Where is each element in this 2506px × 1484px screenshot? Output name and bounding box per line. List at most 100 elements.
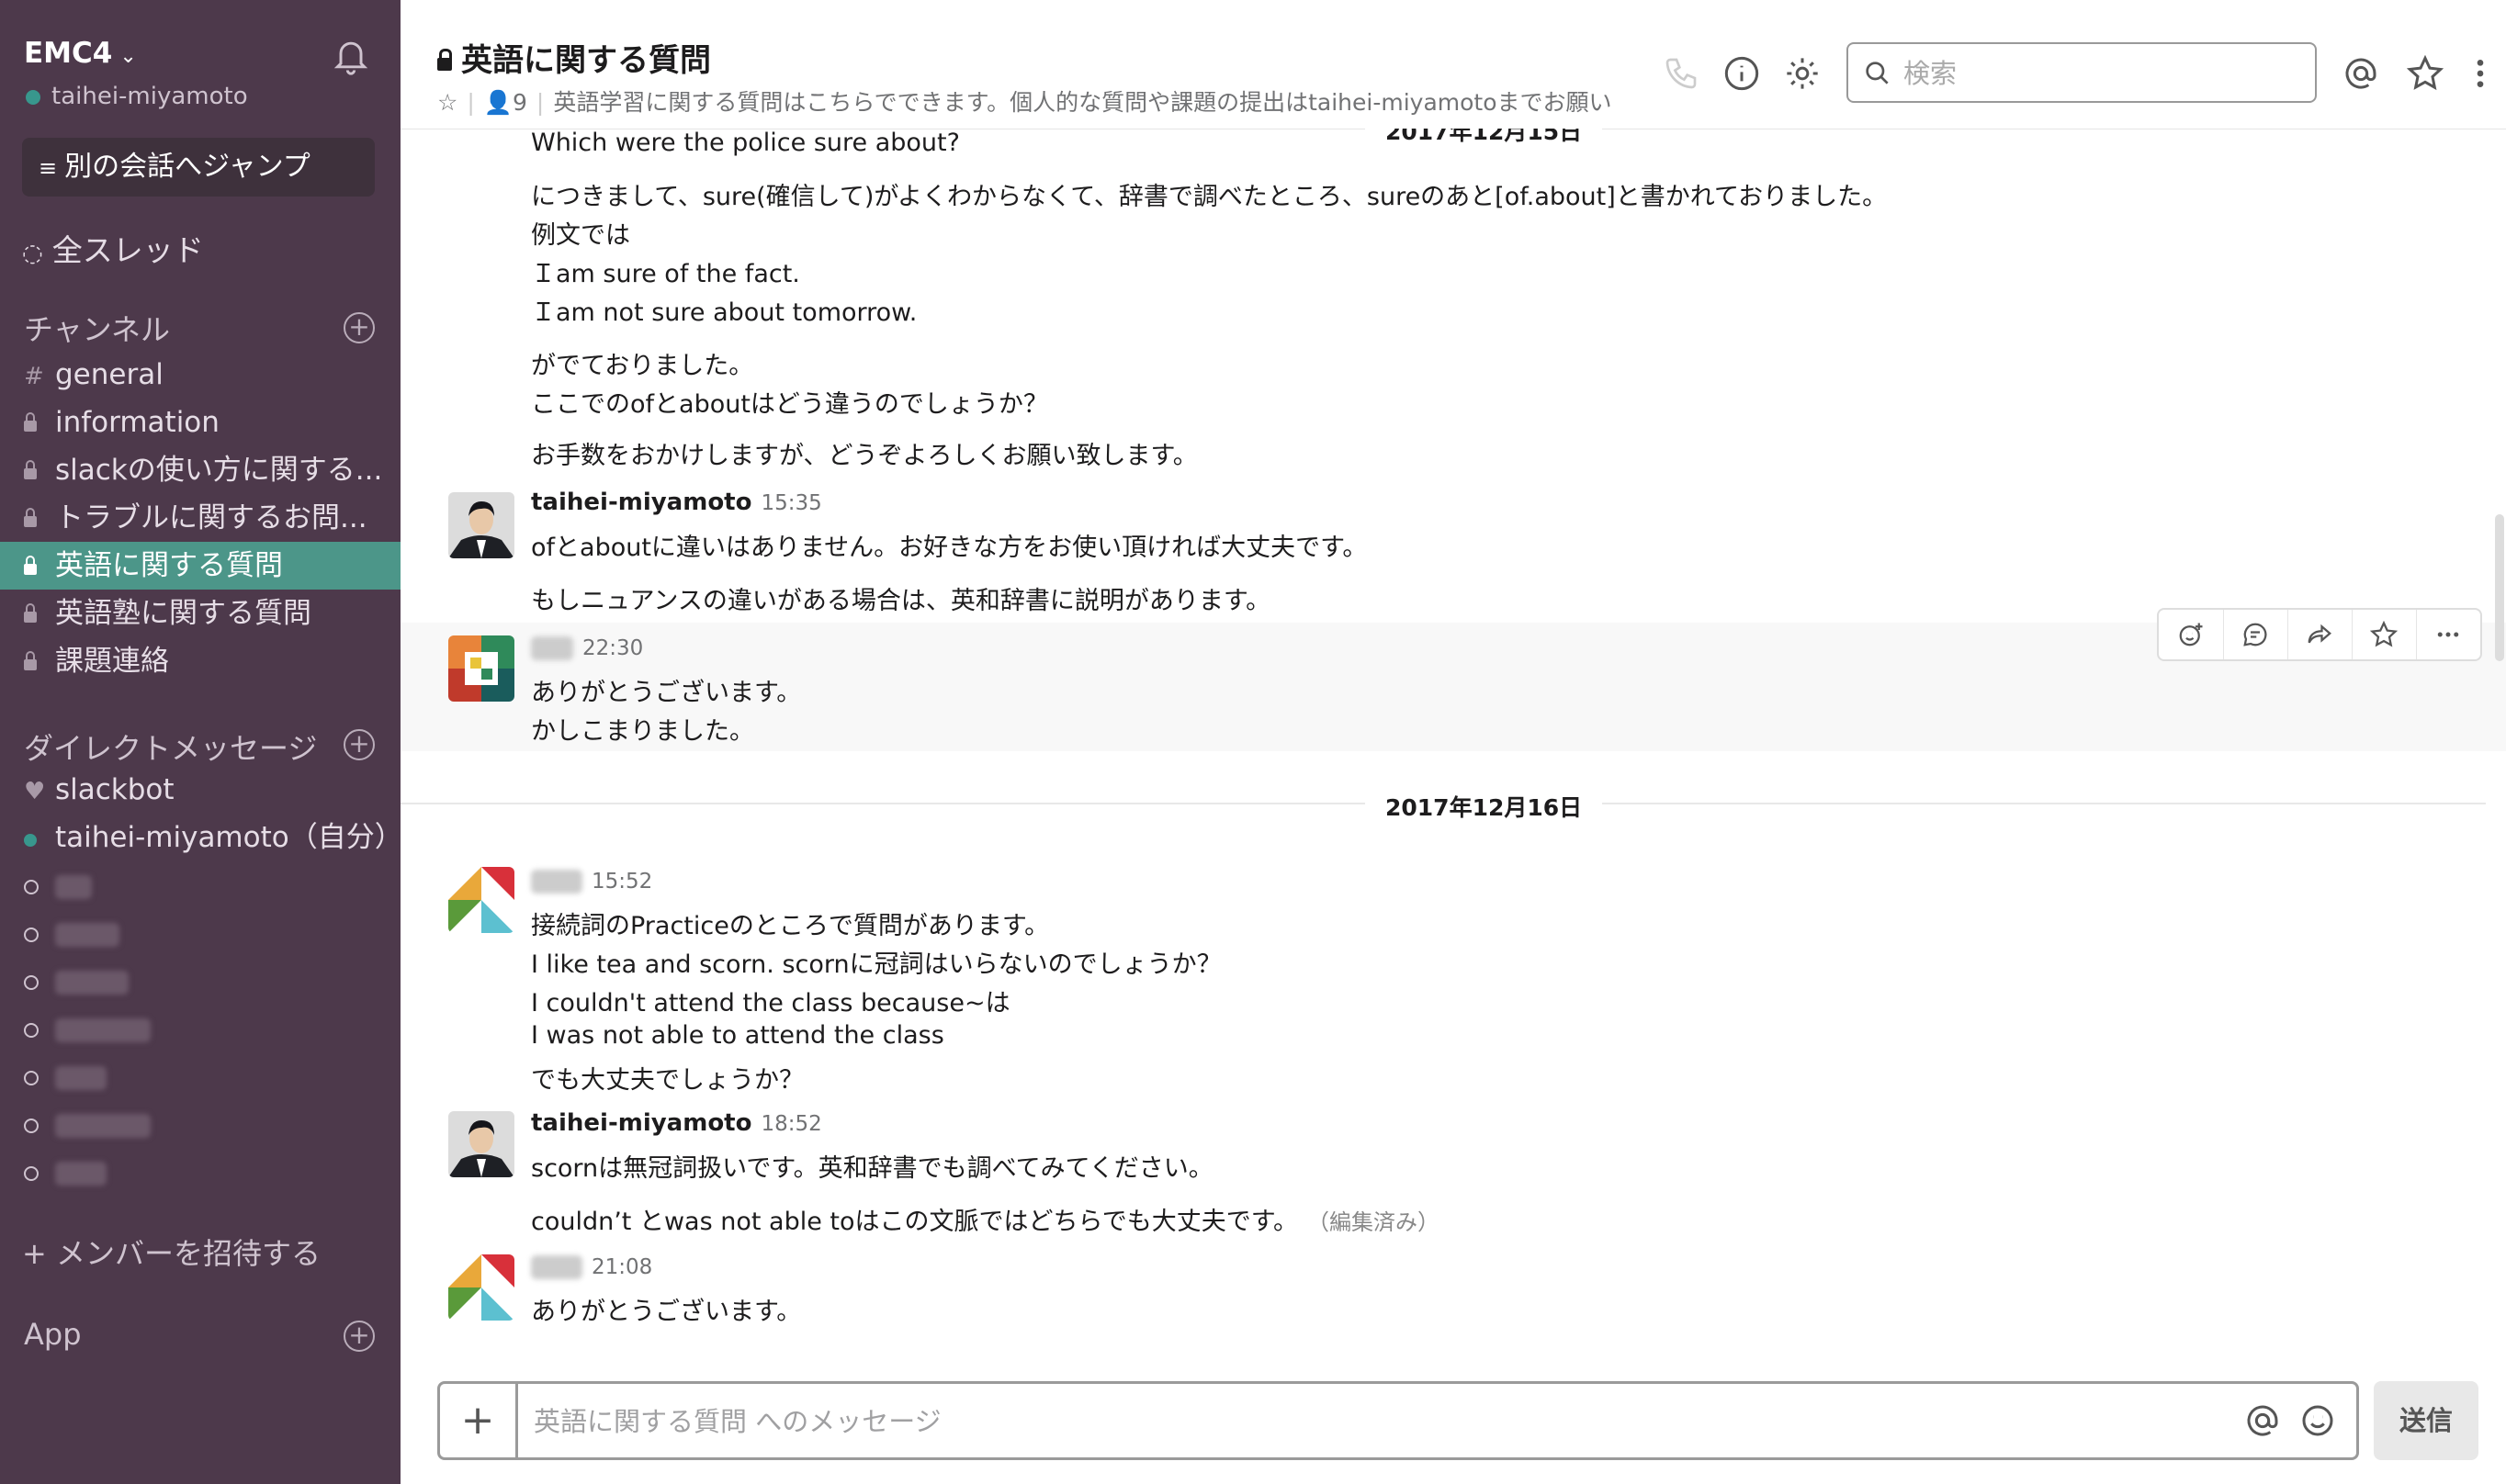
invite-members-link[interactable]: + メンバーを招待する xyxy=(22,1231,321,1273)
dm-heading[interactable]: ダイレクトメッセージ xyxy=(24,725,317,768)
dm-label: taihei-miyamoto（自分） xyxy=(55,821,401,854)
sidebar-channel-trouble[interactable]: トラブルに関するお問... xyxy=(0,494,401,542)
blurred-name xyxy=(55,922,119,947)
message-author[interactable]: 22:30 xyxy=(531,634,643,661)
message-time[interactable]: 15:35 xyxy=(761,491,821,515)
search-input[interactable] xyxy=(1902,53,2300,94)
sidebar-dm-slackbot[interactable]: ♥ slackbot xyxy=(0,766,401,814)
channels-heading[interactable]: チャンネル xyxy=(24,307,170,349)
message-author[interactable]: 21:08 xyxy=(531,1253,652,1280)
channel-label: 課題連絡 xyxy=(55,645,169,678)
sidebar-channel-english-school[interactable]: 英語塾に関する質問 xyxy=(0,590,401,637)
message-text: I couldn't attend the class because~は xyxy=(531,989,1010,1017)
message-author[interactable]: 15:52 xyxy=(531,867,652,894)
more-vertical-icon[interactable] xyxy=(2462,55,2499,92)
sidebar-dm-user[interactable] xyxy=(0,1005,401,1052)
sidebar-channel-slack-usage[interactable]: slackの使い方に関する... xyxy=(0,446,401,494)
message-text: ofとaboutに違いはありません。お好きな方をお使い頂ければ大丈夫です。 xyxy=(531,534,1368,562)
add-dm-icon[interactable]: + xyxy=(344,729,375,760)
avatar[interactable] xyxy=(448,635,514,702)
hash-icon: # xyxy=(24,363,44,390)
channel-label: information xyxy=(55,406,220,439)
message-time[interactable]: 21:08 xyxy=(592,1255,652,1279)
add-reaction-button[interactable] xyxy=(2159,610,2224,659)
members-icon[interactable]: 👤 xyxy=(484,89,513,116)
message-text: Ｉam sure of the fact. xyxy=(531,260,800,288)
sidebar: EMC4 ⌄ taihei-miyamoto ≡ 別の会話へジャンプ ◌ 全スレッド … xyxy=(0,0,401,1484)
blurred-name xyxy=(55,874,92,899)
gear-icon[interactable] xyxy=(1784,55,1821,92)
message-text: couldn’t とwas not able toはこの文脈ではどちらでも大丈夫… xyxy=(531,1201,1439,1237)
start-thread-button[interactable] xyxy=(2223,610,2288,659)
jump-to-button[interactable]: ≡ 別の会話へジャンプ xyxy=(22,138,375,197)
author-name[interactable]: taihei-miyamoto xyxy=(531,489,751,516)
share-button[interactable] xyxy=(2287,610,2353,659)
sidebar-dm-user[interactable] xyxy=(0,1052,401,1100)
star-icon[interactable]: ☆ xyxy=(437,89,457,116)
message-time[interactable]: 18:52 xyxy=(761,1112,821,1136)
message-author[interactable]: taihei-miyamoto 18:52 xyxy=(531,1109,822,1137)
message-text: 接続詞のPracticeのところで質問があります。 xyxy=(531,912,1050,940)
message-text: ありがとうございます。 xyxy=(531,1298,802,1326)
message-text: scornは無冠詞扱いです。英和辞書でも調べてみてください。 xyxy=(531,1154,1213,1183)
sidebar-channel-assignments[interactable]: 課題連絡 xyxy=(0,637,401,685)
sidebar-dm-user[interactable] xyxy=(0,1148,401,1196)
workspace-switcher[interactable]: EMC4 ⌄ xyxy=(24,37,137,70)
message-text: につきまして、sure(確信して)がよくわからなくて、辞書で調べたところ、sur… xyxy=(531,183,1888,211)
channel-label: general xyxy=(55,358,164,391)
emoji-icon[interactable] xyxy=(2299,1402,2336,1439)
message-input[interactable] xyxy=(532,1400,2116,1443)
current-user[interactable]: taihei-miyamoto xyxy=(26,83,248,110)
message-text: かしこまりました。 xyxy=(531,717,754,746)
mention-icon[interactable] xyxy=(2244,1402,2281,1439)
search-box[interactable] xyxy=(1846,42,2317,103)
apps-heading[interactable]: App xyxy=(24,1317,82,1352)
message-pane[interactable]: 2017年12月15日 Which were the police sure a… xyxy=(401,129,2506,1368)
send-button[interactable]: 送信 xyxy=(2374,1381,2478,1460)
avatar[interactable] xyxy=(448,1111,514,1177)
presence-away-icon xyxy=(24,928,39,942)
message-text-body: couldn’t とwas not able toはこの文脈ではどちらでも大丈夫… xyxy=(531,1208,1299,1236)
add-channel-icon[interactable]: + xyxy=(344,312,375,343)
lock-icon xyxy=(24,603,37,623)
emoji-add-icon xyxy=(2179,623,2203,646)
member-count[interactable]: 9 xyxy=(513,89,527,116)
attach-plus-button[interactable]: + xyxy=(440,1384,518,1457)
message-time[interactable]: 22:30 xyxy=(582,636,643,660)
info-icon[interactable] xyxy=(1723,55,1760,92)
message-text: Ｉam not sure about tomorrow. xyxy=(531,298,918,327)
lock-icon xyxy=(24,412,37,432)
add-app-icon[interactable]: + xyxy=(344,1321,375,1352)
star-message-button[interactable] xyxy=(2352,610,2417,659)
more-horizontal-icon xyxy=(2437,632,2459,637)
sidebar-dm-user[interactable] xyxy=(0,861,401,909)
sidebar-channel-information[interactable]: information xyxy=(0,399,401,446)
all-threads-link[interactable]: ◌ 全スレッド xyxy=(22,226,204,270)
author-name[interactable]: taihei-miyamoto xyxy=(531,1109,751,1137)
phone-icon[interactable] xyxy=(1663,55,1699,92)
sidebar-dm-self[interactable]: taihei-miyamoto（自分） xyxy=(0,814,401,861)
bell-icon[interactable] xyxy=(331,35,371,75)
starred-items-icon[interactable] xyxy=(2407,55,2444,92)
message-author[interactable]: taihei-miyamoto 15:35 xyxy=(531,489,822,516)
avatar[interactable] xyxy=(448,492,514,558)
channel-title[interactable]: 英語に関する質問 xyxy=(437,35,711,80)
message-text: I like tea and scorn. scornに冠詞はいらないのでしょう… xyxy=(531,950,1222,979)
avatar[interactable] xyxy=(448,1254,514,1321)
sidebar-channel-general[interactable]: # general xyxy=(0,351,401,399)
thread-icon xyxy=(2243,623,2267,646)
scrollbar-thumb[interactable] xyxy=(2495,514,2504,661)
plus-icon: + xyxy=(22,1236,56,1271)
channel-topic[interactable]: 英語学習に関する質問はこちらでできます。個人的な質問や課題の提出はtaihei-… xyxy=(553,89,1611,116)
sidebar-dm-user[interactable] xyxy=(0,957,401,1005)
threads-icon: ◌ xyxy=(22,240,43,267)
more-actions-button[interactable] xyxy=(2416,610,2480,659)
mentions-icon[interactable] xyxy=(2342,55,2379,92)
sidebar-dm-user[interactable] xyxy=(0,909,401,957)
sidebar-dm-user[interactable] xyxy=(0,1100,401,1148)
message-composer: + xyxy=(437,1381,2359,1460)
channel-label: slackの使い方に関する... xyxy=(55,454,383,487)
sidebar-channel-english-questions[interactable]: 英語に関する質問 xyxy=(0,542,401,590)
message-time[interactable]: 15:52 xyxy=(592,870,652,894)
avatar[interactable] xyxy=(448,867,514,933)
